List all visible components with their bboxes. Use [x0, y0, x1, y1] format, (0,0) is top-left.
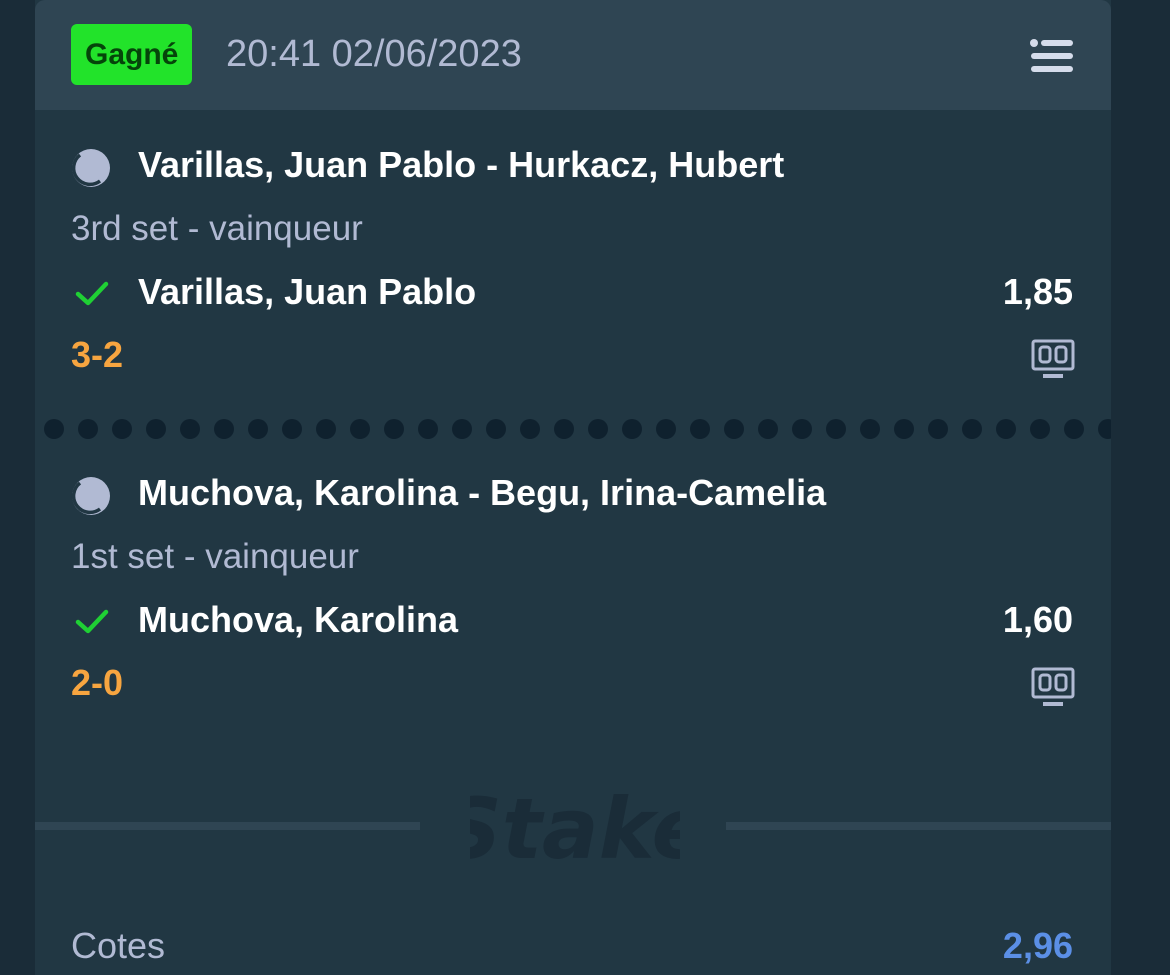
match-score: 3-2	[71, 334, 124, 375]
selection-name: Muchova, Karolina	[138, 599, 459, 640]
divider-right	[726, 822, 1111, 830]
selection-name: Varillas, Juan Pablo	[138, 271, 477, 312]
selection-odds: 1,85	[1002, 271, 1073, 312]
tennis-ball-icon	[71, 477, 110, 515]
menu-icon[interactable]	[1029, 38, 1075, 74]
scoreboard-icon[interactable]	[1031, 667, 1075, 709]
match-score: 2-0	[71, 662, 124, 703]
divider-left	[35, 822, 420, 830]
selection-odds: 1,60	[1002, 599, 1073, 640]
total-odds-label: Cotes	[71, 925, 166, 966]
dotted-separator	[44, 419, 1111, 439]
status-badge: Gagné	[71, 24, 193, 85]
watermark-text: Stake	[470, 780, 680, 878]
event-title[interactable]: Varillas, Juan Pablo - Hurkacz, Hubert	[138, 143, 784, 187]
scoreboard-icon[interactable]	[1031, 339, 1075, 381]
check-icon	[75, 281, 109, 306]
total-odds-value: 2,96	[1002, 925, 1073, 966]
bet-slip-header: Gagné 20:41 02/06/2023	[35, 0, 1111, 110]
stake-logo-watermark: Stake	[470, 780, 680, 878]
bet-slip-card: Gagné 20:41 02/06/2023 Varillas, Juan Pa…	[35, 0, 1111, 975]
bet-datetime: 20:41 02/06/2023	[226, 33, 522, 75]
event-title[interactable]: Muchova, Karolina - Begu, Irina-Camelia	[138, 471, 826, 515]
check-icon	[75, 609, 109, 634]
tennis-ball-icon	[71, 149, 110, 187]
market-name: 1st set - vainqueur	[71, 537, 359, 576]
market-name: 3rd set - vainqueur	[71, 209, 363, 248]
